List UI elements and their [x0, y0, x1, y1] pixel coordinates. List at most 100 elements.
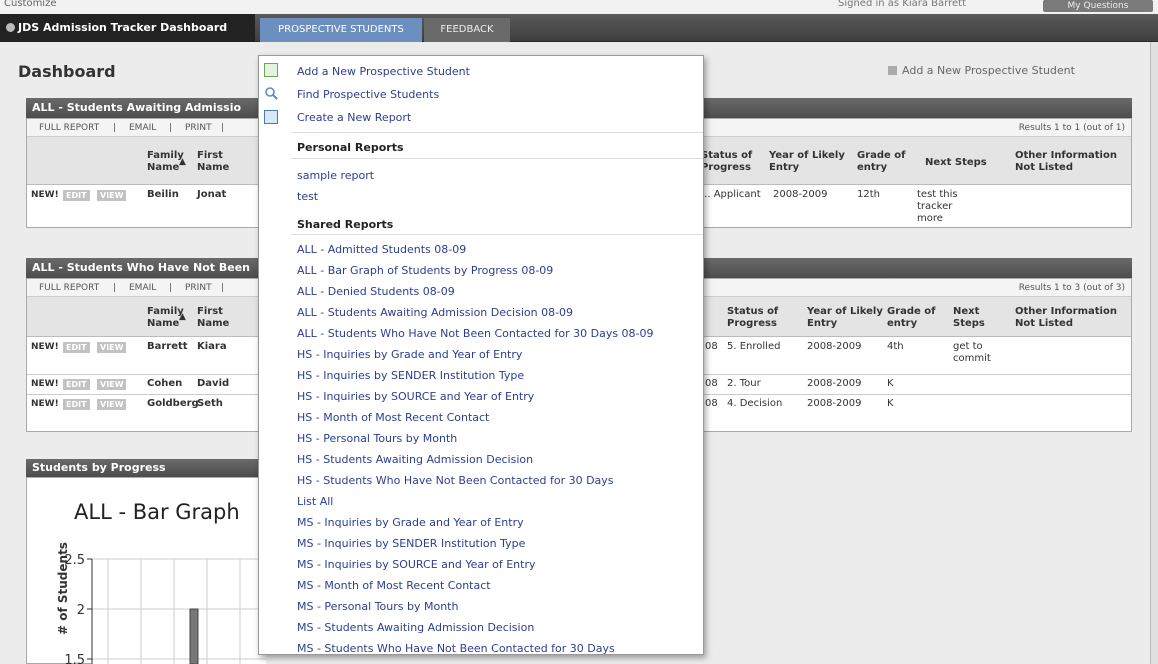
- next-steps-cell: test this tracker more: [917, 189, 958, 224]
- first-name-cell: David: [197, 378, 230, 389]
- menu-shared-report[interactable]: HS - Students Awaiting Admission Decisio…: [297, 453, 533, 466]
- add-prospective-label: Add a New Prospective Student: [902, 64, 1075, 77]
- print-link[interactable]: PRINT: [185, 119, 212, 137]
- status-cell: 2. Tour: [727, 378, 761, 389]
- menu-personal-report[interactable]: sample report: [297, 169, 374, 182]
- menu-shared-report[interactable]: MS - Students Awaiting Admission Decisio…: [297, 621, 534, 634]
- status-cell: 4. Decision: [727, 398, 783, 409]
- edit-button[interactable]: EDIT: [63, 342, 90, 353]
- family-name-cell: Barrett: [147, 341, 188, 352]
- col-grade-of-entry[interactable]: Grade of entry: [857, 150, 907, 174]
- magnifier-icon: [264, 86, 278, 100]
- email-link[interactable]: EMAIL: [129, 119, 156, 137]
- col-year-of-entry[interactable]: Year of Likely Entry: [807, 306, 887, 330]
- print-link[interactable]: PRINT: [185, 279, 212, 297]
- menu-personal-report[interactable]: test: [297, 190, 318, 203]
- menu-shared-report[interactable]: ALL - Students Who Have Not Been Contact…: [297, 327, 654, 340]
- y-tick-label: 2.5: [64, 553, 85, 568]
- next-steps-cell: get to commit: [953, 341, 991, 364]
- brand-tab[interactable]: JDS Admission Tracker Dashboard: [0, 14, 255, 42]
- col-grade-of-entry[interactable]: Grade of entry: [887, 306, 947, 330]
- status-cell: ... Applicant: [701, 189, 761, 200]
- scrollbar[interactable]: [1150, 42, 1158, 664]
- col-first-name[interactable]: First Name: [197, 150, 237, 174]
- results-count: Results 1 to 3 (out of 3): [1018, 283, 1125, 293]
- menu-shared-report[interactable]: ALL - Admitted Students 08-09: [297, 243, 466, 256]
- date-cell: 08: [705, 341, 718, 352]
- col-year-of-entry[interactable]: Year of Likely Entry: [769, 150, 851, 174]
- add-prospective-link[interactable]: Add a New Prospective Student: [888, 64, 1075, 77]
- menu-shared-report[interactable]: MS - Students Who Have Not Been Contacte…: [297, 642, 615, 655]
- toolbar-sep: |: [169, 123, 173, 133]
- view-button[interactable]: VIEW: [97, 190, 127, 201]
- tab-feedback[interactable]: FEEDBACK: [424, 18, 510, 42]
- col-status-of-progress[interactable]: Status of Progress: [727, 306, 787, 330]
- menu-create-new-report[interactable]: Create a New Report: [297, 111, 411, 124]
- new-badge: NEW!: [31, 399, 59, 409]
- menu-shared-report[interactable]: MS - Personal Tours by Month: [297, 600, 458, 613]
- menu-shared-report[interactable]: ALL - Students Awaiting Admission Decisi…: [297, 306, 573, 319]
- year-cell: 2008-2009: [807, 341, 862, 352]
- full-report-link[interactable]: FULL REPORT: [39, 119, 99, 137]
- view-button[interactable]: VIEW: [97, 379, 127, 390]
- menu-shared-report[interactable]: HS - Inquiries by Grade and Year of Entr…: [297, 348, 522, 361]
- menu-shared-report[interactable]: MS - Inquiries by SENDER Institution Typ…: [297, 537, 525, 550]
- edit-button[interactable]: EDIT: [63, 190, 90, 201]
- new-badge: NEW!: [31, 342, 59, 352]
- col-status-of-progress[interactable]: Status of Progress: [701, 150, 773, 174]
- menu-shared-report[interactable]: HS - Month of Most Recent Contact: [297, 411, 489, 424]
- col-next-steps[interactable]: Next Steps: [953, 306, 1003, 330]
- menu-shared-report[interactable]: HS - Students Who Have Not Been Contacte…: [297, 474, 614, 487]
- col-next-steps[interactable]: Next Steps: [925, 157, 987, 169]
- view-button[interactable]: VIEW: [97, 342, 127, 353]
- toolbar-sep: |: [221, 123, 225, 133]
- col-first-name[interactable]: First Name: [197, 306, 237, 330]
- col-other-info[interactable]: Other Information Not Listed: [1015, 150, 1135, 174]
- menu-shared-report[interactable]: MS - Inquiries by Grade and Year of Entr…: [297, 516, 524, 529]
- col-other-info[interactable]: Other Information Not Listed: [1015, 306, 1135, 330]
- menu-shared-report[interactable]: MS - Inquiries by SOURCE and Year of Ent…: [297, 558, 535, 571]
- sort-arrow-icon[interactable]: ▲: [179, 311, 186, 323]
- menu-shared-report[interactable]: HS - Personal Tours by Month: [297, 432, 457, 445]
- sort-arrow-icon[interactable]: ▲: [179, 156, 186, 168]
- menu-divider: [291, 234, 703, 235]
- email-link[interactable]: EMAIL: [129, 279, 156, 297]
- report-icon: [264, 110, 278, 124]
- edit-button[interactable]: EDIT: [63, 399, 90, 410]
- page-title: Dashboard: [18, 62, 116, 81]
- full-report-link[interactable]: FULL REPORT: [39, 279, 99, 297]
- edit-button[interactable]: EDIT: [63, 379, 90, 390]
- menu-shared-report[interactable]: HS - Inquiries by SOURCE and Year of Ent…: [297, 390, 534, 403]
- grade-cell: 4th: [887, 341, 904, 352]
- family-name-cell: Cohen: [147, 378, 183, 389]
- signed-in-text: Signed in as Kiara Barrett: [838, 0, 966, 9]
- menu-shared-report[interactable]: List All: [297, 495, 333, 508]
- top-strip: Customize Signed in as Kiara Barrett My …: [0, 0, 1158, 14]
- toolbar-sep: |: [113, 283, 117, 293]
- bar-chart: ALL - Bar Graph # of Students 2.521.5: [56, 500, 266, 664]
- menu-find-prospective-students[interactable]: Find Prospective Students: [297, 88, 439, 101]
- chart-title: ALL - Bar Graph: [74, 500, 240, 524]
- menu-divider: [291, 132, 703, 133]
- add-student-icon: [264, 63, 278, 77]
- menu-shared-report[interactable]: ALL - Bar Graph of Students by Progress …: [297, 264, 553, 277]
- first-name-cell: Kiara: [197, 341, 227, 352]
- new-badge: NEW!: [31, 190, 59, 200]
- my-questions-button[interactable]: My Questions: [1043, 0, 1153, 12]
- menu-shared-report[interactable]: ALL - Denied Students 08-09: [297, 285, 455, 298]
- plot-area: 2.5 2 1.5: [64, 553, 266, 664]
- bar: [189, 608, 199, 664]
- menu-shared-report[interactable]: HS - Inquiries by SENDER Institution Typ…: [297, 369, 524, 382]
- new-badge: NEW!: [31, 379, 59, 389]
- shared-reports-heading: Shared Reports: [297, 218, 394, 231]
- y-tick-label: 1.5: [64, 653, 85, 664]
- tab-prospective-students[interactable]: PROSPECTIVE STUDENTS: [260, 18, 422, 42]
- prospective-students-menu: Add a New Prospective Student Find Prosp…: [258, 55, 704, 655]
- grade-cell: 12th: [857, 189, 880, 200]
- menu-shared-report[interactable]: MS - Month of Most Recent Contact: [297, 579, 491, 592]
- customize-link[interactable]: Customize: [4, 0, 57, 9]
- menu-add-prospective-student[interactable]: Add a New Prospective Student: [297, 65, 470, 78]
- date-cell: 08: [705, 378, 718, 389]
- logo-icon: [6, 23, 15, 32]
- view-button[interactable]: VIEW: [97, 399, 127, 410]
